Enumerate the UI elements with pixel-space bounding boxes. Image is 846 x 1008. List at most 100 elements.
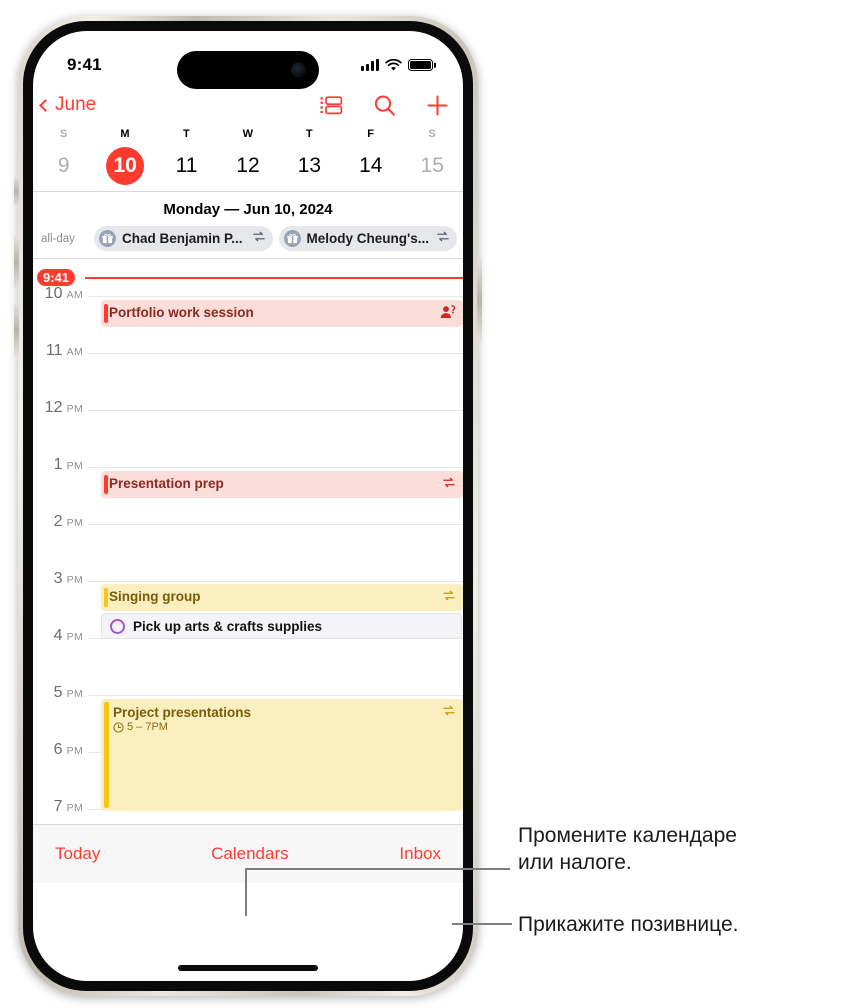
event-color-bar: [104, 588, 108, 607]
event-title: Presentation prep: [109, 476, 224, 491]
hour-label-7pm: 7 PM: [53, 798, 83, 815]
event-color-bar: [104, 702, 109, 808]
event-title: Project presentations: [113, 705, 252, 720]
repeat-icon: [436, 230, 450, 248]
day-timeline[interactable]: 10 AM 11 AM 12 PM 1 PM 2 PM 3 PM 4 PM 5 …: [33, 259, 463, 824]
chevron-left-icon: [39, 98, 52, 112]
navigation-bar: June: [33, 85, 463, 125]
clock-icon: [113, 721, 124, 733]
day-cell-15[interactable]: 15: [413, 147, 451, 185]
hour-gridline: [88, 467, 463, 468]
person-question-icon: [440, 305, 456, 325]
weekday-label: S: [428, 128, 437, 140]
hour-label-4pm: 4 PM: [53, 627, 83, 644]
day-list-view-icon[interactable]: [320, 95, 343, 116]
all-day-event-chad[interactable]: Chad Benjamin P...: [94, 226, 273, 251]
reminder-pick-up-supplies[interactable]: Pick up arts & crafts supplies: [101, 613, 462, 639]
repeat-icon: [252, 230, 266, 248]
nav-actions: [320, 94, 449, 117]
all-day-event-melody[interactable]: Melody Cheung's...: [278, 226, 457, 251]
reminder-title: Pick up arts & crafts supplies: [133, 618, 323, 634]
all-day-label: all-day: [41, 232, 75, 245]
event-color-bar: [104, 475, 108, 494]
event-presentation-prep[interactable]: Presentation prep: [101, 471, 463, 498]
repeat-icon: [442, 476, 456, 494]
plus-icon[interactable]: [426, 94, 449, 117]
day-cell-13[interactable]: 13: [290, 147, 328, 185]
hour-label-10am: 10 AM: [44, 285, 83, 302]
dynamic-island: [177, 51, 319, 89]
volume-up-button[interactable]: [14, 236, 19, 288]
callout-line-1: Прикажите позивнице.: [518, 913, 739, 936]
status-time: 9:41: [67, 55, 102, 74]
callout-line-2: или налоге.: [518, 851, 632, 875]
power-button[interactable]: [477, 258, 482, 342]
callout-line-1: Промените календаре: [518, 824, 737, 847]
hour-label-1pm: 1 PM: [53, 456, 83, 473]
calendars-button[interactable]: Calendars: [211, 844, 289, 864]
day-cell-10-selected[interactable]: 10: [106, 147, 145, 185]
hour-gridline: [88, 353, 463, 354]
battery-icon: [408, 58, 433, 72]
hour-gridline: [88, 296, 463, 297]
gift-icon: [283, 230, 301, 247]
action-button[interactable]: [14, 176, 19, 206]
weekday-label: S: [59, 128, 68, 140]
hour-label-3pm: 3 PM: [53, 570, 83, 587]
day-cell-11[interactable]: 11: [168, 147, 206, 185]
event-portfolio-work-session[interactable]: Portfolio work session: [101, 300, 463, 327]
phone-screen: 9:41 June S M T W T F S 9 10 11 12 13 14…: [33, 31, 463, 981]
hour-label-12pm: 12 PM: [44, 399, 83, 416]
hour-gridline: [88, 581, 463, 582]
back-to-june-button[interactable]: June: [39, 94, 96, 116]
current-time-line: [85, 277, 463, 279]
gift-icon: [99, 230, 116, 247]
repeat-icon: [442, 589, 456, 607]
event-project-presentations[interactable]: Project presentations 5 – 7PM: [101, 699, 463, 811]
circle-unchecked-icon[interactable]: [110, 618, 125, 634]
callout-leader-inbox: [452, 923, 512, 925]
hour-label-5pm: 5 PM: [53, 684, 83, 701]
hour-label-11am: 11 AM: [45, 342, 83, 359]
event-time-range: 5 – 7PM: [109, 721, 463, 733]
callout-change-calendars: Промените календаре или налоге.: [518, 822, 838, 877]
event-color-bar: [104, 304, 108, 323]
weekday-label: T: [305, 128, 313, 140]
iphone-device: 9:41 June S M T W T F S 9 10 11 12 13 14…: [8, 8, 488, 1000]
search-icon[interactable]: [373, 94, 396, 117]
repeat-icon: [442, 704, 456, 722]
event-time-label: 5 – 7PM: [127, 721, 168, 733]
weekday-label: M: [120, 128, 130, 140]
callout-leader-calendars-horizontal: [245, 868, 510, 870]
current-time-badge: 9:41: [37, 269, 76, 286]
day-header: Monday — Jun 10, 2024: [33, 192, 463, 226]
all-day-event-title: Melody Cheung's...: [306, 231, 429, 246]
event-singing-group[interactable]: Singing group: [101, 584, 463, 611]
day-cell-9[interactable]: 9: [45, 147, 83, 185]
hour-gridline: [88, 695, 463, 696]
event-title: Portfolio work session: [109, 305, 254, 320]
day-cell-14[interactable]: 14: [352, 147, 390, 185]
hour-gridline: [88, 524, 463, 525]
week-strip: S M T W T F S 9 10 11 12 13 14 15: [33, 125, 463, 191]
front-camera-icon: [291, 62, 306, 78]
weekday-label: F: [367, 128, 375, 140]
callout-leader-calendars-vertical: [245, 868, 247, 916]
wifi-icon: [385, 58, 402, 71]
volume-down-button[interactable]: [14, 304, 19, 356]
hour-gridline: [88, 410, 463, 411]
callout-show-invitations: Прикажите позивнице.: [518, 911, 838, 938]
day-cell-12[interactable]: 12: [229, 147, 267, 185]
week-date-row: 9 10 11 12 13 14 15: [33, 147, 463, 185]
today-button[interactable]: Today: [55, 844, 100, 864]
weekday-label-row: S M T W T F S: [33, 128, 463, 147]
inbox-button[interactable]: Inbox: [399, 844, 441, 864]
hour-label-6pm: 6 PM: [53, 741, 83, 758]
home-indicator[interactable]: [178, 965, 318, 971]
all-day-event-title: Chad Benjamin P...: [122, 231, 243, 246]
status-indicators: [361, 58, 433, 72]
event-title: Singing group: [109, 589, 201, 604]
bottom-toolbar: Today Calendars Inbox: [33, 825, 463, 883]
hour-label-2pm: 2 PM: [53, 513, 83, 530]
weekday-label: W: [242, 128, 254, 140]
